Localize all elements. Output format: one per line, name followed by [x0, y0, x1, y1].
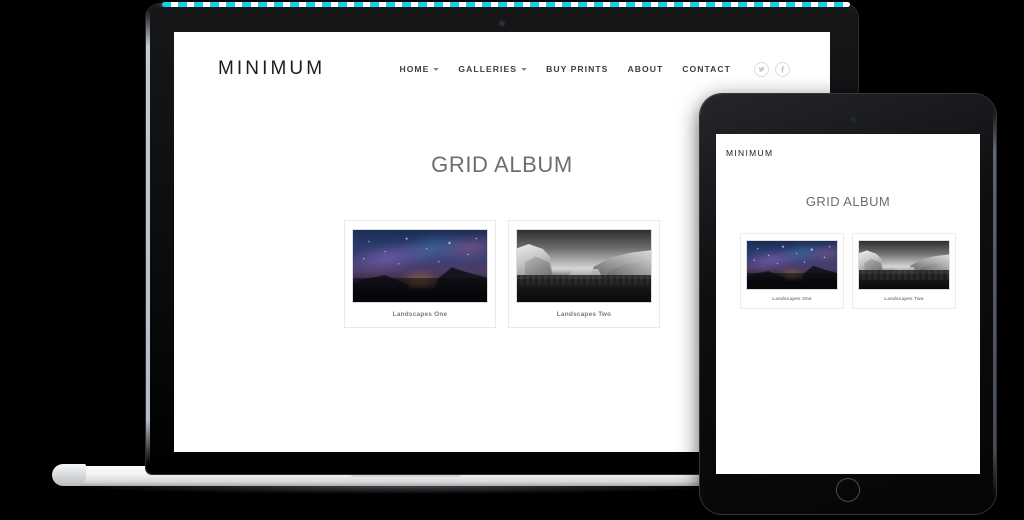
tablet-album-card-landscapes-two[interactable]: Landscapes Two [852, 233, 956, 309]
photo-night-sky [747, 241, 837, 289]
nav-item-home-label: HOME [399, 64, 430, 74]
facebook-icon[interactable] [775, 61, 790, 77]
photo-yosemite-bw [517, 230, 651, 302]
album-thumbnail-yosemite-bw[interactable] [516, 229, 652, 303]
tablet-album-caption: Landscapes Two [884, 296, 924, 301]
album-card-landscapes-two[interactable]: Landscapes Two [508, 220, 660, 328]
tablet-album-grid: Landscapes One Landscapes Two [716, 233, 980, 309]
twitter-icon[interactable] [754, 61, 769, 77]
album-caption: Landscapes Two [556, 311, 612, 318]
tablet-device: MINIMUM GRID ALBUM Landscapes One Landsc… [700, 94, 996, 514]
tablet-album-caption: Landscapes One [772, 296, 812, 301]
tablet-site-logo[interactable]: MINIMUM [716, 134, 980, 158]
tablet-camera-icon [840, 117, 856, 122]
forest-foreground [517, 274, 651, 302]
photo-night-sky [353, 230, 487, 302]
tablet-home-button[interactable] [836, 478, 860, 502]
laptop-left-edge-highlight [146, 10, 150, 465]
chevron-down-icon [521, 68, 528, 71]
tablet-album-thumbnail-yosemite-bw[interactable] [858, 240, 950, 290]
nav-item-galleries-label: GALLERIES [458, 64, 518, 74]
album-caption: Landscapes One [392, 311, 448, 318]
foreground-shadow [747, 272, 837, 289]
forest-foreground [859, 269, 949, 289]
nav-item-home[interactable]: HOME [399, 64, 440, 74]
chevron-down-icon [433, 68, 440, 71]
crop-marker-line [162, 2, 850, 7]
tablet-right-edge-highlight [993, 110, 996, 498]
nav-item-galleries[interactable]: GALLERIES [458, 64, 528, 74]
tablet-page-title: GRID ALBUM [805, 194, 891, 209]
tablet-sensor-dot [840, 117, 844, 121]
foreground-shadow [353, 277, 487, 302]
album-thumbnail-night-sky[interactable] [352, 229, 488, 303]
tablet-camera-dot [850, 117, 856, 122]
main-navigation: HOME GALLERIES BUY PRINTS ABOUT CONTACT [399, 61, 790, 77]
laptop-webcam-icon [499, 21, 505, 26]
nav-item-buy-prints[interactable]: BUY PRINTS [546, 64, 608, 74]
device-mockup-scene: MINIMUM HOME GALLERIES BUY PRINTS ABOUT … [0, 0, 1024, 520]
tablet-screen: MINIMUM GRID ALBUM Landscapes One Landsc… [716, 134, 980, 474]
photo-yosemite-bw [859, 241, 949, 289]
website-tablet-view: MINIMUM GRID ALBUM Landscapes One Landsc… [716, 134, 980, 474]
tablet-album-card-landscapes-one[interactable]: Landscapes One [740, 233, 844, 309]
nav-item-about[interactable]: ABOUT [627, 64, 663, 74]
album-card-landscapes-one[interactable]: Landscapes One [344, 220, 496, 328]
social-links [754, 61, 790, 77]
laptop-base-shadow [70, 486, 731, 494]
laptop-base-foot [52, 464, 86, 486]
site-logo[interactable]: MINIMUM [218, 58, 325, 80]
nav-item-contact[interactable]: CONTACT [682, 64, 731, 74]
tablet-album-thumbnail-night-sky[interactable] [746, 240, 838, 290]
